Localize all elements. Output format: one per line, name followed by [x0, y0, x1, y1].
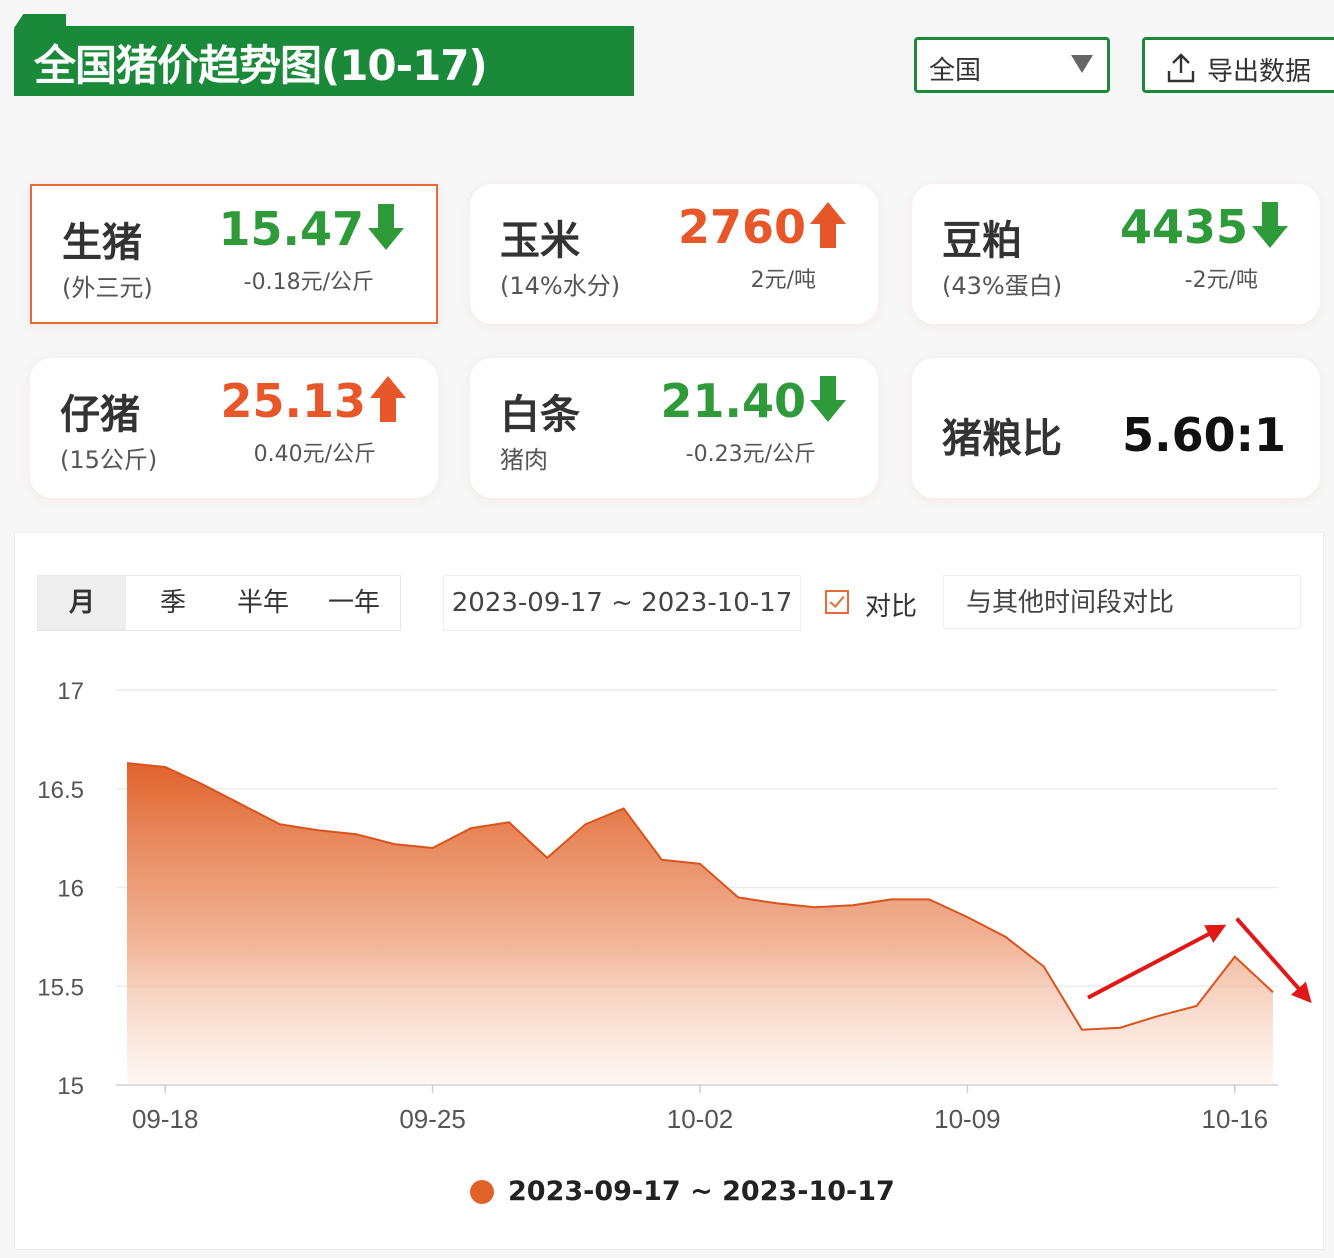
x-tick-label: 10-16	[1202, 1104, 1269, 1134]
legend-swatch	[470, 1180, 494, 1204]
y-tick-label: 15.5	[37, 974, 84, 1001]
rising-annotation-arrow	[1087, 924, 1227, 1000]
legend-label[interactable]: 2023-09-17 ~ 2023-10-17	[508, 1176, 895, 1207]
y-tick-label: 15	[57, 1073, 84, 1100]
y-tick-label: 17	[57, 678, 84, 705]
x-tick-label: 09-18	[132, 1104, 199, 1134]
y-tick-label: 16	[57, 876, 84, 903]
series-area	[127, 763, 1273, 1085]
x-tick-label: 10-09	[934, 1104, 1001, 1134]
price-area-chart: 17 16.5 16 15.5 15 09-18 09-25 10-02 10-09 10-16	[37, 678, 1312, 1134]
x-tick-label: 09-25	[399, 1104, 466, 1134]
y-tick-label: 16.5	[37, 777, 84, 804]
x-tick-label: 10-02	[667, 1104, 734, 1134]
